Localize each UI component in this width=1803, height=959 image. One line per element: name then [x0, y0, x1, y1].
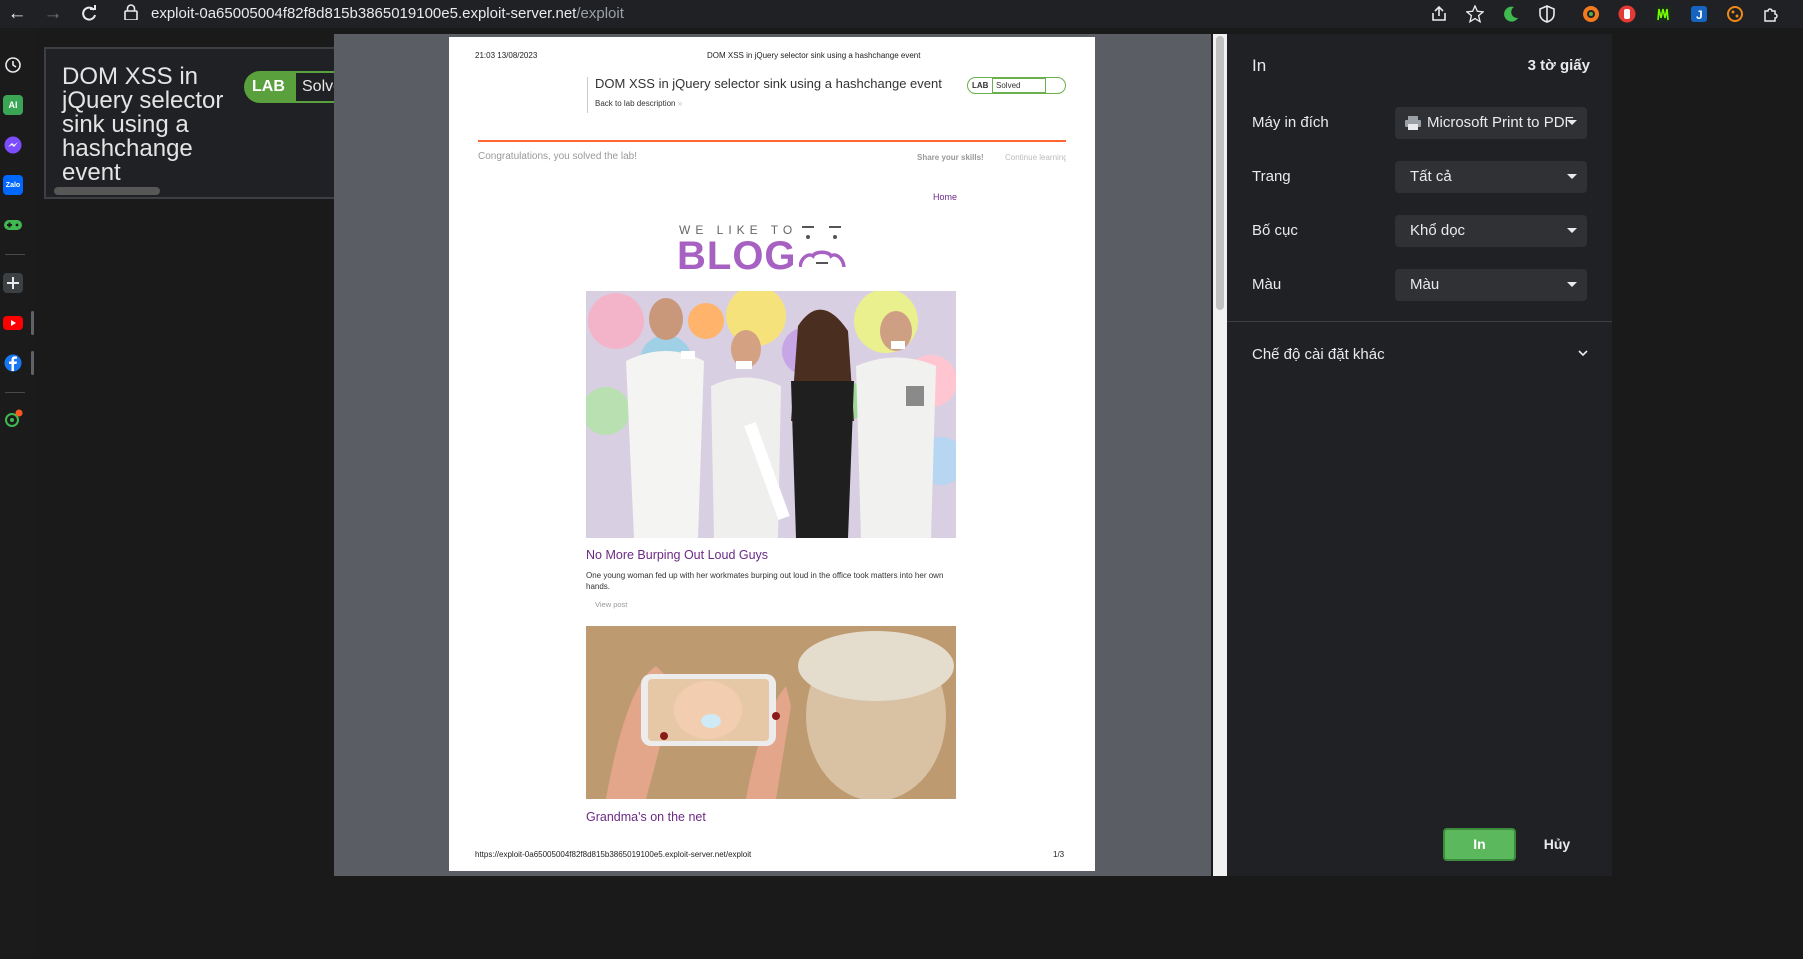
ai-icon[interactable]: AI — [3, 95, 23, 115]
view-post-link: View post — [595, 600, 628, 609]
sidebar-divider — [5, 392, 25, 393]
extensions-puzzle-icon[interactable] — [1760, 3, 1782, 25]
back-icon[interactable]: ← — [4, 2, 30, 26]
browser-toolbar: ← → exploit-0a65005004f82f8d815b38650191… — [0, 0, 1803, 28]
preview-lab-title: DOM XSS in jQuery selector sink using a … — [595, 76, 942, 91]
preview-scrollbar-thumb[interactable] — [1216, 36, 1224, 310]
horizontal-scrollbar[interactable] — [54, 187, 160, 195]
address-bar[interactable]: exploit-0a65005004f82f8d815b3865019100e5… — [151, 5, 624, 22]
print-button[interactable]: In — [1443, 828, 1516, 861]
sidebar-divider — [5, 254, 25, 255]
print-dialog-title: In — [1252, 56, 1267, 75]
preview-page: 21:03 13/08/2023 DOM XSS in jQuery selec… — [449, 37, 1095, 871]
pages-select[interactable]: Tất cả — [1395, 161, 1587, 193]
solved-banner-line — [478, 140, 1066, 142]
share-skills-text: Share your skills! — [917, 153, 984, 162]
messenger-icon[interactable] — [3, 135, 23, 155]
add-icon[interactable] — [3, 273, 23, 293]
svg-text:J: J — [1696, 8, 1703, 22]
lab-badge-label: LAB — [252, 78, 285, 95]
destination-label: Máy in đích — [1252, 114, 1329, 131]
chevron-right-icon: » — [677, 99, 683, 108]
post-image — [586, 291, 956, 538]
color-value: Màu — [1410, 276, 1440, 293]
ai-icon-label: AI — [8, 100, 18, 110]
youtube-icon[interactable] — [3, 313, 23, 333]
back-to-lab-link: Back to lab description » — [595, 99, 682, 108]
extension-orange-icon[interactable] — [1580, 3, 1602, 25]
chevron-down-icon — [1567, 120, 1577, 125]
cancel-button[interactable]: Hủy — [1527, 828, 1587, 861]
more-settings-toggle[interactable]: Chế độ cài đặt khác — [1252, 346, 1385, 363]
dark-mode-moon-icon[interactable] — [1500, 3, 1522, 25]
browser-window: ← → exploit-0a65005004f82f8d815b38650191… — [0, 0, 1803, 959]
zalo-icon-label: Zalo — [5, 181, 21, 189]
chevron-down-icon — [1567, 228, 1577, 233]
chevron-down-icon — [1567, 174, 1577, 179]
layout-label: Bố cục — [1252, 222, 1298, 239]
extension-red-hand-icon[interactable] — [1616, 3, 1638, 25]
gamepad-icon[interactable] — [3, 215, 23, 235]
pages-label: Trang — [1252, 168, 1291, 185]
back-to-lab-text: Back to lab description — [595, 99, 676, 108]
congratulations-text: Congratulations, you solved the lab! — [478, 151, 637, 162]
home-link: Home — [933, 192, 958, 202]
forward-icon[interactable]: → — [40, 2, 66, 26]
chevron-down-icon — [1567, 282, 1577, 287]
printer-icon — [1405, 116, 1421, 130]
blog-logo-face-icon — [799, 226, 846, 268]
extension-monster-icon[interactable] — [1652, 3, 1674, 25]
post-image — [586, 626, 956, 799]
settings-divider — [1227, 321, 1612, 322]
color-select[interactable]: Màu — [1395, 269, 1587, 301]
browser-sidebar: AI Zalo — [0, 28, 34, 959]
layout-select[interactable]: Khổ dọc — [1395, 215, 1587, 247]
lab-status-badge: LAB Solved — [244, 71, 342, 103]
preview-badge-status: Solved — [992, 78, 1046, 93]
bookmark-star-icon[interactable] — [1464, 3, 1486, 25]
print-header-datetime: 21:03 13/08/2023 — [475, 51, 538, 60]
lab-header-card: DOM XSS in jQuery selector sink using a … — [44, 47, 344, 199]
divider — [587, 77, 588, 113]
blog-logo-text: BLOG — [677, 234, 797, 278]
extension-cookie-icon[interactable] — [1724, 3, 1746, 25]
continue-learning-link: Continue learning — [1005, 153, 1066, 162]
lock-icon[interactable] — [124, 4, 140, 22]
print-settings-panel: In 3 tờ giấy Máy in đích Microsoft Print… — [1227, 34, 1612, 876]
print-header-title: DOM XSS in jQuery selector sink using a … — [707, 51, 921, 60]
post-title-link: Grandma's on the net — [586, 810, 706, 824]
print-footer-url: https://exploit-0a65005004f82f8d815b3865… — [475, 850, 752, 859]
preview-badge-label: LAB — [972, 81, 989, 90]
share-icon[interactable] — [1428, 3, 1450, 25]
url-host: exploit-0a65005004f82f8d815b3865019100e5… — [151, 5, 577, 22]
destination-select[interactable]: Microsoft Print to PDF — [1395, 107, 1587, 139]
destination-value: Microsoft Print to PDF — [1427, 114, 1574, 131]
post-description: One young woman fed up with her workmate… — [586, 571, 944, 591]
sheet-count: 3 tờ giấy — [1527, 57, 1590, 74]
zalo-icon[interactable]: Zalo — [3, 175, 23, 195]
preview-scrollbar[interactable] — [1213, 34, 1227, 876]
layout-value: Khổ dọc — [1410, 222, 1466, 239]
preview-status-badge: LAB Solved — [967, 77, 1066, 94]
shield-icon[interactable] — [1536, 3, 1558, 25]
reload-icon[interactable] — [76, 2, 102, 26]
chevron-down-icon[interactable] — [1576, 346, 1590, 360]
print-footer-page-number: 1/3 — [1053, 850, 1065, 859]
url-path: /exploit — [576, 5, 624, 22]
facebook-icon[interactable] — [3, 353, 23, 373]
post-title-link: No More Burping Out Loud Guys — [586, 548, 769, 562]
settings-icon[interactable] — [3, 409, 23, 429]
lab-title: DOM XSS in jQuery selector sink using a … — [62, 63, 224, 186]
pages-value: Tất cả — [1410, 168, 1452, 185]
color-label: Màu — [1252, 276, 1282, 293]
extension-j-icon[interactable]: J — [1688, 3, 1710, 25]
history-icon[interactable] — [3, 55, 23, 75]
